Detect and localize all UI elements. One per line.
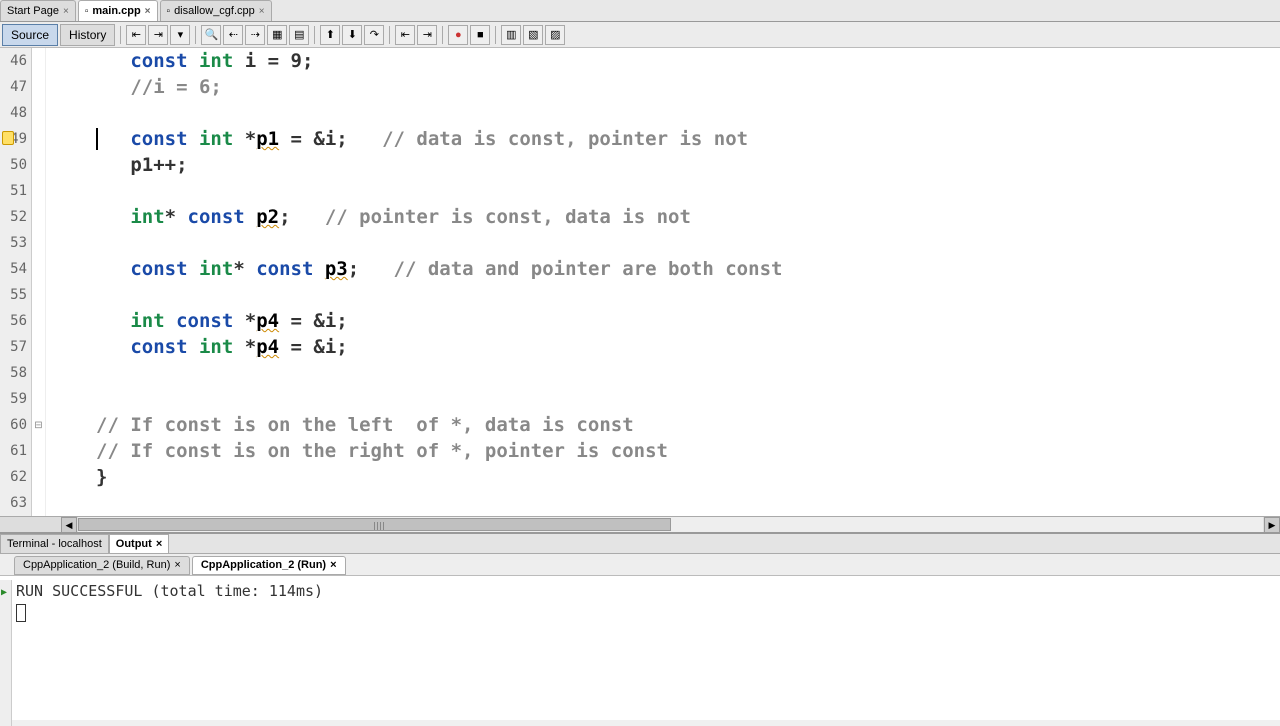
tab-label: CppApplication_2 (Build, Run) (23, 559, 170, 572)
tool3-button[interactable]: ▨ (545, 25, 565, 45)
tab-main-cpp[interactable]: ▫ main.cpp × (78, 0, 158, 21)
line-number-gutter: 464748495051525354555657585960616263 (0, 48, 32, 516)
close-icon[interactable]: × (145, 6, 151, 17)
find-prev-button[interactable]: ⇠ (223, 25, 243, 45)
panel-tabs: Terminal - localhost Output × (0, 534, 1280, 554)
file-tabs: Start Page × ▫ main.cpp × ▫ disallow_cgf… (0, 0, 1280, 22)
terminal-tab[interactable]: Terminal - localhost (0, 534, 109, 553)
output-tab[interactable]: Output × (109, 534, 169, 553)
close-icon[interactable]: × (174, 559, 180, 572)
output-panel: Terminal - localhost Output × CppApplica… (0, 532, 1280, 720)
tool1-button[interactable]: ▥ (501, 25, 521, 45)
highlight-button[interactable]: ▦ (267, 25, 287, 45)
scroll-thumb[interactable] (78, 518, 671, 531)
close-icon[interactable]: × (63, 6, 69, 17)
horizontal-scrollbar[interactable]: ◀ ▶ (0, 516, 1280, 532)
tab-label: CppApplication_2 (Run) (201, 559, 326, 572)
scroll-right-button[interactable]: ▶ (1264, 517, 1280, 533)
output-text: RUN SUCCESSFUL (total time: 114ms) (16, 580, 1276, 602)
source-tab[interactable]: Source (2, 24, 58, 46)
marker-column (46, 48, 64, 516)
close-icon[interactable]: × (259, 6, 265, 17)
shift-right-button[interactable]: ⇥ (417, 25, 437, 45)
code-editor[interactable]: 464748495051525354555657585960616263 ⊟ c… (0, 48, 1280, 516)
output-subtabs: CppApplication_2 (Build, Run) × CppAppli… (0, 554, 1280, 576)
tool2-button[interactable]: ▧ (523, 25, 543, 45)
file-icon: ▫ (85, 6, 89, 17)
find-next-button[interactable]: ⇢ (245, 25, 265, 45)
step-down-button[interactable]: ⬇ (342, 25, 362, 45)
nav-back-button[interactable]: ⇤ (126, 25, 146, 45)
output-sidebar: ▶ (0, 580, 12, 726)
terminal-cursor (16, 604, 26, 622)
close-icon[interactable]: × (156, 538, 162, 550)
tab-label: Start Page (7, 5, 59, 17)
fold-column[interactable]: ⊟ (32, 48, 46, 516)
scroll-left-button[interactable]: ◀ (61, 517, 77, 533)
scroll-track[interactable] (78, 517, 1263, 532)
step-over-button[interactable]: ↷ (364, 25, 384, 45)
tab-label: Terminal - localhost (7, 538, 102, 550)
close-icon[interactable]: × (330, 559, 336, 572)
tab-start-page[interactable]: Start Page × (0, 0, 76, 21)
build-run-subtab[interactable]: CppApplication_2 (Build, Run) × (14, 556, 190, 575)
file-icon: ▫ (167, 6, 171, 17)
find-button[interactable]: 🔍 (201, 25, 221, 45)
shift-left-button[interactable]: ⇤ (395, 25, 415, 45)
editor-toolbar: Source History ⇤ ⇥ ▾ 🔍 ⇠ ⇢ ▦ ▤ ⬆ ⬇ ↷ ⇤ ⇥… (0, 22, 1280, 48)
history-tab[interactable]: History (60, 24, 115, 46)
step-up-button[interactable]: ⬆ (320, 25, 340, 45)
tab-disallow-cgf[interactable]: ▫ disallow_cgf.cpp × (160, 0, 272, 21)
tab-label: main.cpp (92, 5, 140, 17)
code-content[interactable]: const int i = 9; //i = 6; const int *p1 … (64, 48, 1280, 516)
run-subtab[interactable]: CppApplication_2 (Run) × (192, 556, 346, 575)
rerun-icon[interactable]: ▶ (0, 580, 11, 606)
stop-button[interactable]: ■ (470, 25, 490, 45)
tab-label: Output (116, 538, 152, 550)
nav-fwd-button[interactable]: ⇥ (148, 25, 168, 45)
output-content[interactable]: ▶ RUN SUCCESSFUL (total time: 114ms) (0, 576, 1280, 720)
dropdown-button[interactable]: ▾ (170, 25, 190, 45)
record-button[interactable]: ● (448, 25, 468, 45)
tab-label: disallow_cgf.cpp (174, 5, 255, 17)
toggle-button[interactable]: ▤ (289, 25, 309, 45)
